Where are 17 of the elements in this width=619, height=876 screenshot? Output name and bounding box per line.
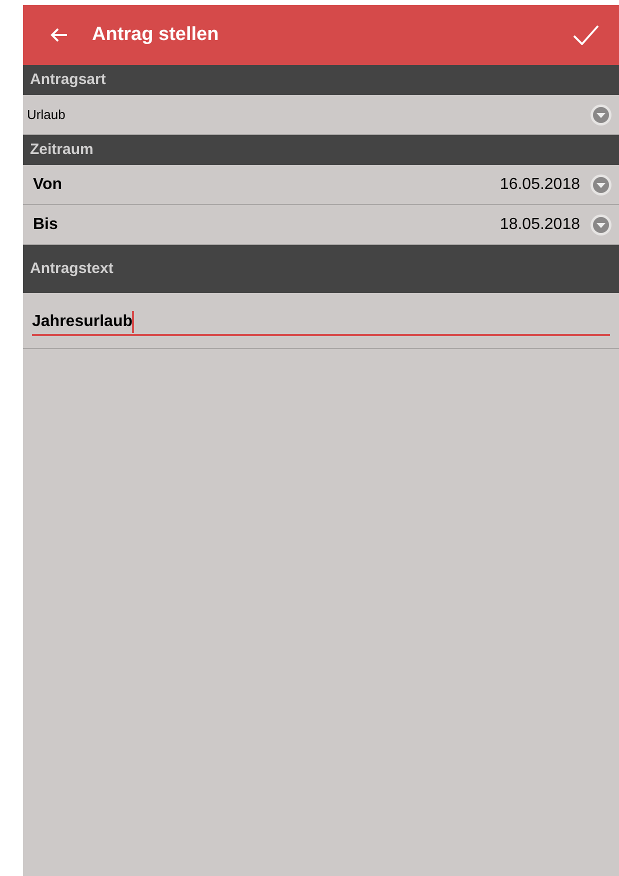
dropdown-icon[interactable] bbox=[590, 214, 612, 236]
back-arrow-icon[interactable] bbox=[50, 27, 68, 43]
field-value: Jahresurlaub bbox=[32, 312, 132, 332]
date-value: 18.05.2018 bbox=[500, 214, 580, 234]
section-title: Antragstext bbox=[30, 258, 114, 279]
select-value: Urlaub bbox=[27, 106, 66, 124]
date-value: 16.05.2018 bbox=[500, 174, 580, 194]
date-label: Von bbox=[33, 174, 64, 194]
text-cursor bbox=[132, 310, 134, 332]
section-title: Zeitraum bbox=[30, 140, 94, 160]
date-label: Bis bbox=[33, 214, 59, 234]
dropdown-icon[interactable] bbox=[590, 104, 612, 126]
checkmark-icon[interactable] bbox=[573, 25, 599, 45]
dropdown-icon[interactable] bbox=[590, 174, 612, 196]
text-field[interactable]: Jahresurlaub bbox=[32, 309, 610, 336]
section-title: Antragsart bbox=[30, 70, 106, 90]
app-bar-title: Antrag stellen bbox=[92, 22, 220, 47]
